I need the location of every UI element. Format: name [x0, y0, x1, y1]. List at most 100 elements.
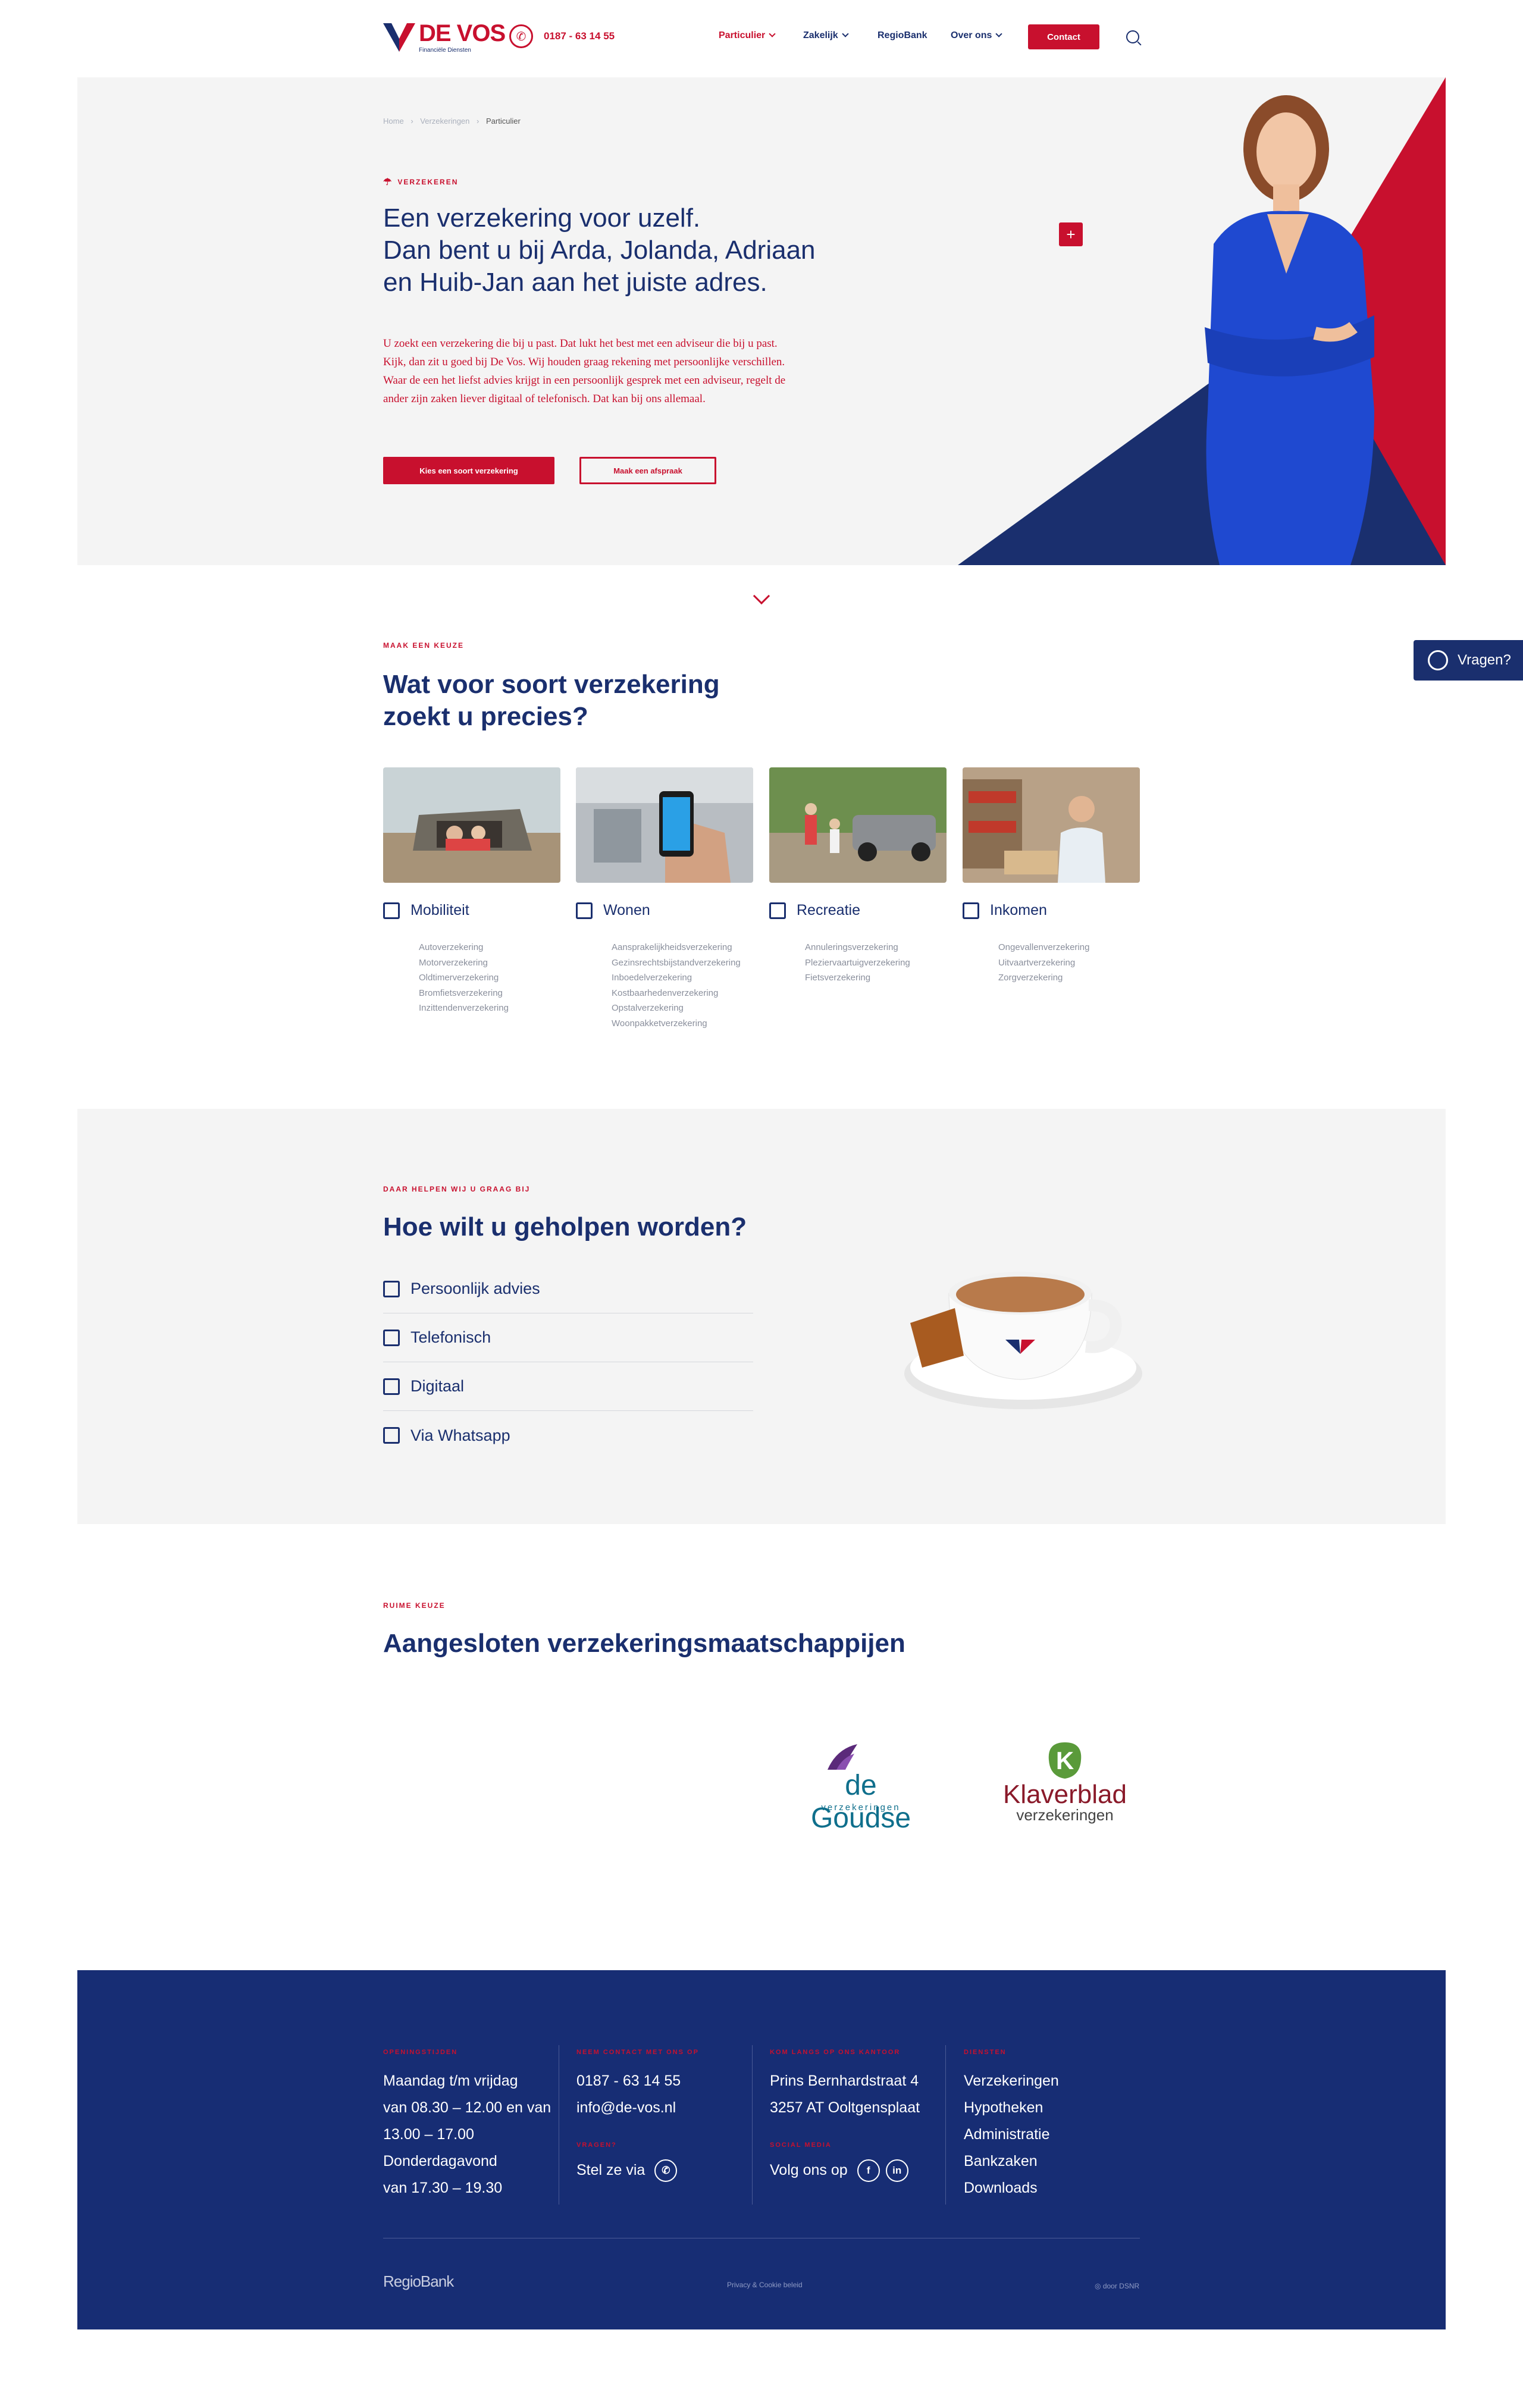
footer-link-hypotheken[interactable]: Hypotheken [964, 2095, 1142, 2121]
recreatie-image[interactable] [769, 767, 947, 883]
category-mobiliteit[interactable]: Mobiliteit [383, 902, 469, 919]
list-item[interactable]: Zorgverzekering [998, 973, 1063, 983]
list-item[interactable]: Bromfietsverzekering [419, 988, 503, 998]
footer-address-eyebrow: Kom langs op ons kantoor [770, 2049, 901, 2056]
privacy-link[interactable]: Privacy & Cookie beleid [727, 2281, 803, 2289]
nav-zakelijk[interactable]: Zakelijk [803, 30, 849, 41]
help-option-digitaal[interactable]: Digitaal [383, 1362, 753, 1411]
klaverblad-logo[interactable]: K Klaverblad verzekeringen [994, 1739, 1136, 1824]
footer-address-line: Prins Bernhardstraat 4 [770, 2072, 919, 2089]
nav-particulier-label: Particulier [719, 30, 766, 40]
nav-over-ons[interactable]: Over ons [951, 30, 1003, 41]
checkbox-icon [576, 902, 593, 919]
logo-tagline: Financiële Diensten [419, 47, 471, 54]
help-section: Daar helpen wij u graag bij Hoe wilt u g… [77, 1109, 1446, 1524]
help-eyebrow: Daar helpen wij u graag bij [383, 1185, 531, 1193]
checkbox-icon [383, 1427, 400, 1444]
nav-zakelijk-label: Zakelijk [803, 30, 838, 40]
list-item[interactable]: Oldtimerverzekering [419, 973, 499, 983]
contact-button[interactable]: Contact [1028, 24, 1099, 49]
svg-text:K: K [1056, 1747, 1074, 1774]
list-item[interactable]: Gezinsrechtsbijstandverzekering [612, 958, 741, 968]
breadcrumb-verzekeringen[interactable]: Verzekeringen [420, 117, 469, 126]
goudse-logo-sub: verzekeringen [821, 1802, 901, 1813]
hero-title: Een verzekering voor uzelf. Dan bent u b… [383, 203, 816, 297]
breadcrumb-home[interactable]: Home [383, 117, 404, 126]
list-item[interactable]: Woonpakketverzekering [612, 1018, 707, 1029]
mobiliteit-image[interactable] [383, 767, 560, 883]
category-mobiliteit-label: Mobiliteit [410, 902, 469, 918]
help-option-whatsapp[interactable]: Via Whatsapp [383, 1411, 753, 1460]
whatsapp-questions-tab[interactable]: Vragen? [1414, 640, 1523, 681]
category-inkomen[interactable]: Inkomen [963, 902, 1047, 919]
list-item[interactable]: Pleziervaartuigverzekering [805, 958, 910, 968]
footer-phone-link[interactable]: 0187 - 63 14 55 [576, 2068, 749, 2095]
list-item[interactable]: Ongevallenverzekering [998, 942, 1089, 952]
hero-eyebrow: ☂ Verzekeren [383, 176, 458, 188]
list-item[interactable]: Inboedelverzekering [612, 973, 692, 983]
list-item[interactable]: Aansprakelijkheidsverzekering [612, 942, 732, 952]
make-appointment-button[interactable]: Maak een afspraak [579, 457, 716, 484]
footer-hours-line: van 08.30 – 12.00 en van [383, 2099, 551, 2116]
klaverblad-logo-sub: verzekeringen [1016, 1806, 1114, 1824]
category-recreatie[interactable]: Recreatie [769, 902, 860, 919]
logo-text: DE VOS [419, 20, 506, 46]
logo-mark-icon [383, 23, 415, 52]
goudse-logo[interactable]: de Goudse verzekeringen [792, 1743, 929, 1834]
category-wonen[interactable]: Wonen [576, 902, 650, 919]
list-item[interactable]: Uitvaartverzekering [998, 958, 1075, 968]
footer-email-link[interactable]: info@de-vos.nl [576, 2095, 749, 2121]
insurers-eyebrow: Ruime keuze [383, 1601, 446, 1610]
help-option-label: Digitaal [410, 1377, 465, 1395]
facebook-icon[interactable]: f [857, 2159, 880, 2182]
footer-divider [752, 2045, 753, 2205]
footer-col-hours: Openingstijden Maandag t/m vrijdag van 0… [383, 2049, 556, 2202]
hero-plus-button[interactable]: + [1059, 222, 1083, 246]
footer-link-verzekeringen[interactable]: Verzekeringen [964, 2068, 1142, 2095]
logo-link[interactable]: DE VOS Financiële Diensten [383, 20, 506, 54]
whatsapp-tab-label: Vragen? [1458, 652, 1511, 668]
list-item[interactable]: Autoverzekering [419, 942, 483, 952]
nav-particulier[interactable]: Particulier [719, 30, 776, 41]
footer-divider [945, 2045, 946, 2205]
mobiliteit-list: Autoverzekering Motorverzekering Oldtime… [419, 940, 509, 1016]
footer-link-downloads[interactable]: Downloads [964, 2175, 1142, 2202]
checkbox-icon [769, 902, 786, 919]
nav-regiobank[interactable]: RegioBank [878, 30, 927, 41]
goudse-bird-icon [828, 1744, 857, 1770]
list-item[interactable]: Kostbaarhedenverzekering [612, 988, 718, 998]
wonen-image[interactable] [576, 767, 753, 883]
linkedin-icon[interactable]: in [885, 2159, 908, 2182]
header-phone-link[interactable]: ✆ 0187 - 63 14 55 [509, 24, 615, 48]
search-icon[interactable] [1126, 30, 1139, 43]
footer-address-line: 3257 AT Ooltgensplaat [770, 2099, 920, 2116]
list-item[interactable]: Fietsverzekering [805, 973, 870, 983]
checkbox-icon [383, 1329, 400, 1346]
list-item[interactable]: Inzittendenverzekering [419, 1003, 509, 1013]
header-phone-number: 0187 - 63 14 55 [544, 30, 615, 42]
whatsapp-icon[interactable]: ✆ [654, 2159, 678, 2182]
checkbox-icon [383, 902, 400, 919]
help-option-persoonlijk[interactable]: Persoonlijk advies [383, 1265, 753, 1313]
scroll-down-icon[interactable] [751, 587, 772, 610]
list-item[interactable]: Motorverzekering [419, 958, 488, 968]
list-item[interactable]: Annuleringsverzekering [805, 942, 898, 952]
footer-link-administratie[interactable]: Administratie [964, 2121, 1142, 2148]
regiobank-logo[interactable]: RegioBank [383, 2272, 454, 2291]
checkbox-icon [383, 1280, 400, 1297]
help-option-telefonisch[interactable]: Telefonisch [383, 1313, 753, 1362]
choose-insurance-button[interactable]: Kies een soort verzekering [383, 457, 554, 484]
breadcrumb: Home › Verzekeringen › Particulier [383, 117, 521, 126]
credit-link[interactable]: ◎ door DSNR [1095, 2282, 1139, 2290]
footer-social-eyebrow: Social media [770, 2142, 832, 2149]
chevron-down-icon [842, 30, 849, 37]
footer-hours-line: 13.00 – 17.00 [383, 2126, 474, 2143]
help-option-label: Via Whatsapp [410, 1426, 510, 1444]
inkomen-image[interactable] [963, 767, 1140, 883]
footer-link-bankzaken[interactable]: Bankzaken [964, 2148, 1142, 2175]
help-option-label: Telefonisch [410, 1328, 491, 1346]
footer-services-eyebrow: Diensten [964, 2049, 1007, 2056]
list-item[interactable]: Opstalverzekering [612, 1003, 684, 1013]
credit-text: door DSNR [1102, 2282, 1140, 2290]
footer-col-address: Kom langs op ons kantoor Prins Bernhards… [770, 2049, 948, 2184]
